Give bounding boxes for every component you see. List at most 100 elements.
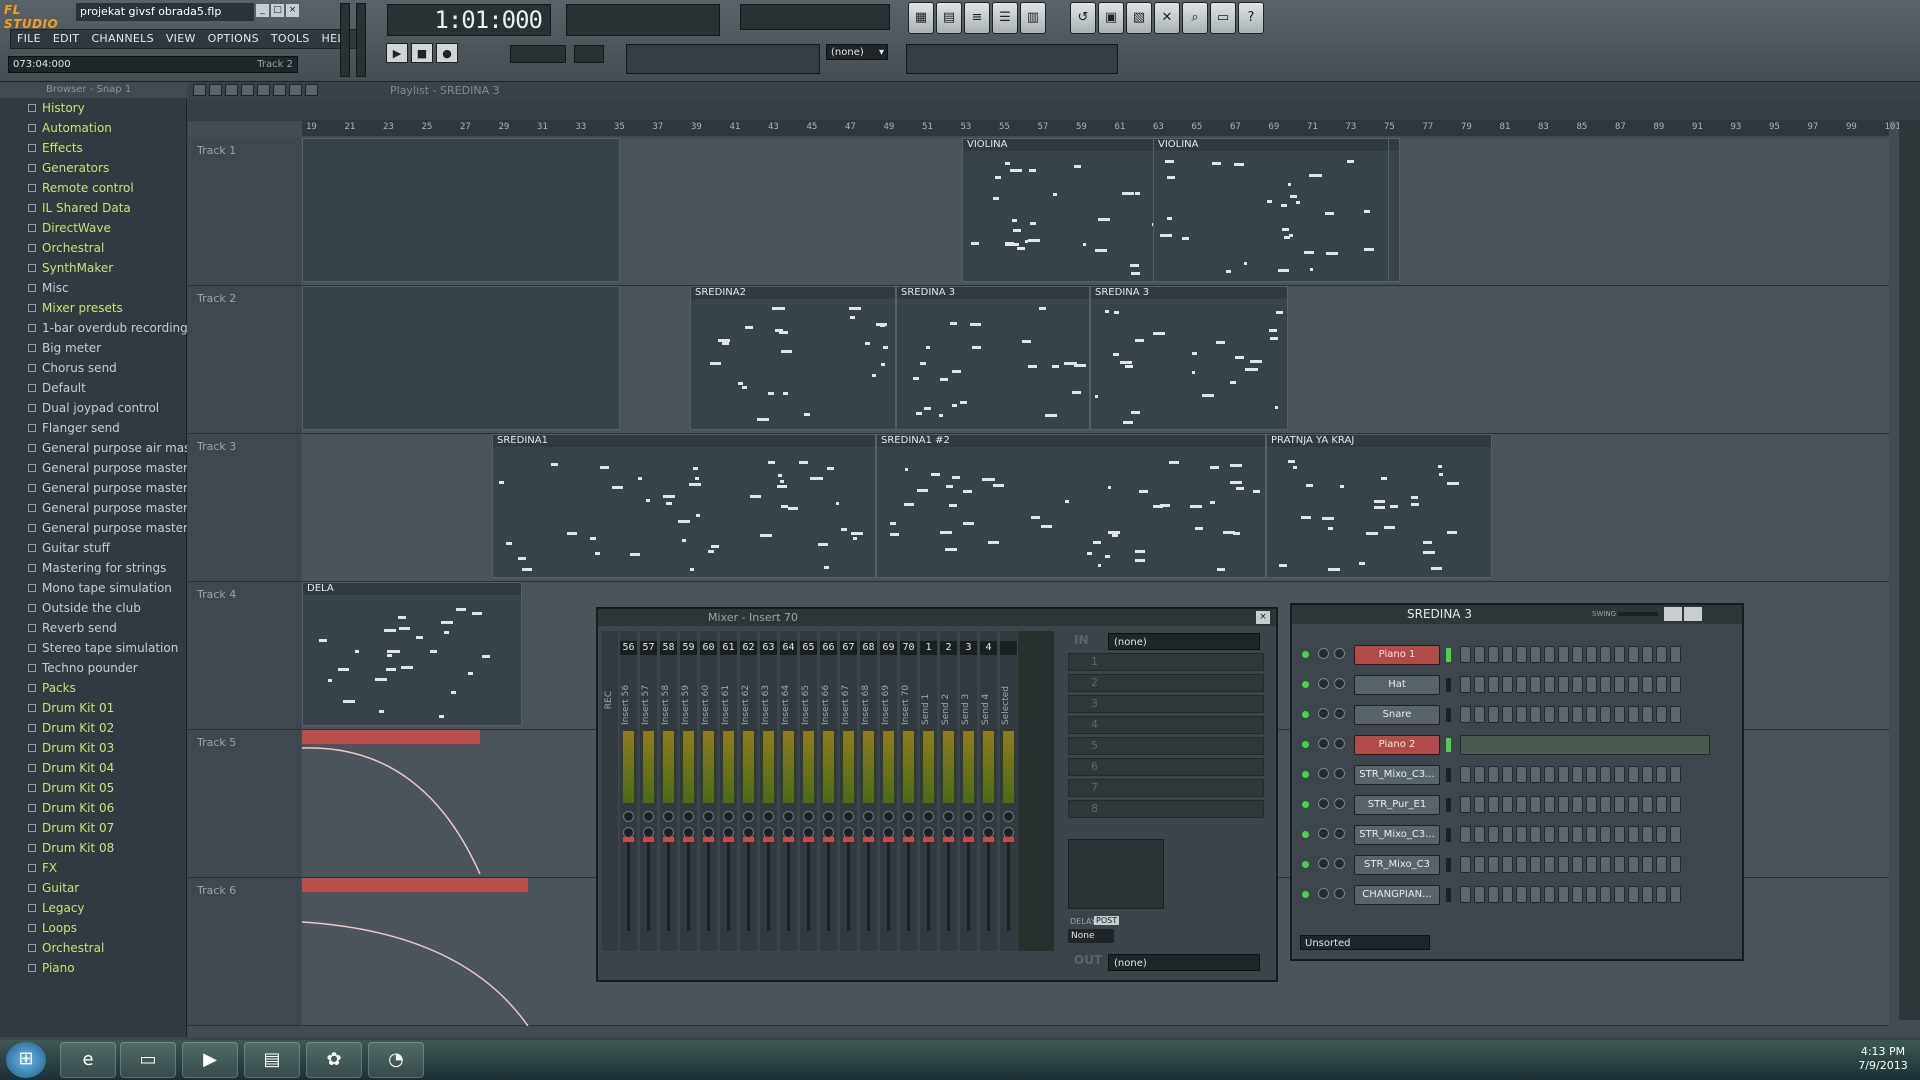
mixer-strip[interactable]: 4 Send 4 [980,631,997,951]
channel-button[interactable]: Piano 2 [1354,735,1440,755]
fader-cap[interactable] [723,837,734,842]
pan-knob[interactable] [943,811,954,822]
step-button[interactable] [1558,886,1569,903]
step-button[interactable] [1656,646,1667,663]
step-button[interactable] [1516,796,1527,813]
step-button[interactable] [1670,676,1681,693]
fader-cap[interactable] [843,837,854,842]
browser-item[interactable]: General purpose air mas... [0,438,187,458]
fl-studio-icon[interactable]: ✿ [306,1042,362,1078]
browser-item[interactable]: Drum Kit 08 [0,838,187,858]
volume-fader[interactable] [687,841,690,931]
step-button[interactable] [1530,766,1541,783]
master-volume-slider[interactable] [340,3,350,77]
step-button[interactable] [1600,706,1611,723]
volume-fader[interactable] [987,841,990,931]
step-button[interactable] [1516,646,1527,663]
fader-cap[interactable] [943,837,954,842]
browser-item[interactable]: Mastering for strings [0,558,187,578]
volume-fader[interactable] [767,841,770,931]
undo-icon[interactable]: ↺ [1070,2,1096,34]
browser-item[interactable]: Drum Kit 01 [0,698,187,718]
render-icon[interactable]: ▧ [1126,2,1152,34]
step-button[interactable] [1586,796,1597,813]
browser-item[interactable]: Loops [0,918,187,938]
volume-fader[interactable] [807,841,810,931]
channel-button[interactable]: STR_Mixo_C3 [1354,855,1440,875]
pan-knob[interactable] [763,811,774,822]
browser-item[interactable]: Techno pounder [0,658,187,678]
channel-select-indicator[interactable] [1446,738,1451,752]
vertical-scrollbar[interactable] [1899,120,1920,1020]
browser-item[interactable]: Effects [0,138,187,158]
mixer-strip[interactable]: 62 Insert 62 [740,631,757,951]
step-button[interactable] [1600,796,1611,813]
step-button[interactable] [1460,676,1471,693]
pan-knob[interactable] [683,811,694,822]
browser-item[interactable]: DirectWave [0,218,187,238]
channel-pan-knob[interactable] [1318,678,1329,689]
step-button[interactable] [1530,856,1541,873]
volume-fader[interactable] [827,841,830,931]
browser-item[interactable]: Misc [0,278,187,298]
channel-volume-knob[interactable] [1334,708,1345,719]
browser-item[interactable]: Mono tape simulation [0,578,187,598]
step-button[interactable] [1558,796,1569,813]
step-button[interactable] [1502,796,1513,813]
step-button[interactable] [1530,796,1541,813]
step-view-icon[interactable] [1684,607,1702,621]
browser-item[interactable]: Guitar stuff [0,538,187,558]
mixer-strip[interactable]: 68 Insert 68 [860,631,877,951]
channel-pan-knob[interactable] [1318,798,1329,809]
file-explorer-icon[interactable]: ▭ [120,1042,176,1078]
pan-knob[interactable] [963,811,974,822]
step-button[interactable] [1586,886,1597,903]
pan-knob[interactable] [663,811,674,822]
mixer-strip[interactable]: 61 Insert 61 [720,631,737,951]
step-button[interactable] [1642,766,1653,783]
fx-slot[interactable]: 5 [1068,737,1264,755]
step-button[interactable] [1530,706,1541,723]
step-button[interactable] [1460,766,1471,783]
select-tool-icon[interactable] [273,84,286,96]
mixer-strip[interactable]: 60 Insert 60 [700,631,717,951]
mixer-icon[interactable]: ▥ [1020,2,1046,34]
step-button[interactable] [1572,886,1583,903]
step-button[interactable] [1474,886,1485,903]
channel-pan-knob[interactable] [1318,738,1329,749]
mixer-strip[interactable]: 58 Insert 58 [660,631,677,951]
step-button[interactable] [1656,766,1667,783]
step-button[interactable] [1670,766,1681,783]
plugin-icon[interactable]: ✕ [1154,2,1180,34]
step-button[interactable] [1516,676,1527,693]
menu-channels[interactable]: CHANNELS [85,30,159,48]
project-icon[interactable]: ▭ [1210,2,1236,34]
volume-fader[interactable] [747,841,750,931]
pattern-clip[interactable]: VIOLINA [1153,138,1389,282]
step-button[interactable] [1530,886,1541,903]
browser-item[interactable]: Guitar [0,878,187,898]
browser-item[interactable]: Generators [0,158,187,178]
fx-slot[interactable]: 6 [1068,758,1264,776]
step-button[interactable] [1488,796,1499,813]
mixer-strip[interactable]: 70 Insert 70 [900,631,917,951]
piano-roll-preview[interactable] [1460,735,1710,755]
eq-graph[interactable] [1068,839,1164,909]
step-button[interactable] [1656,796,1667,813]
step-button[interactable] [1544,766,1555,783]
mute-tool-icon[interactable] [241,84,254,96]
track-header[interactable]: Track 5 [188,730,301,878]
step-button[interactable] [1600,826,1611,843]
volume-fader[interactable] [707,841,710,931]
step-button[interactable] [1586,646,1597,663]
step-button[interactable] [1474,676,1485,693]
step-button[interactable] [1544,706,1555,723]
step-button[interactable] [1502,826,1513,843]
volume-fader[interactable] [787,841,790,931]
step-button[interactable] [1586,706,1597,723]
online-panel[interactable] [906,44,1118,74]
media-player-icon[interactable]: ▶ [182,1042,238,1078]
fader-cap[interactable] [823,837,834,842]
automation-clip[interactable] [302,730,480,744]
step-button[interactable] [1628,766,1639,783]
